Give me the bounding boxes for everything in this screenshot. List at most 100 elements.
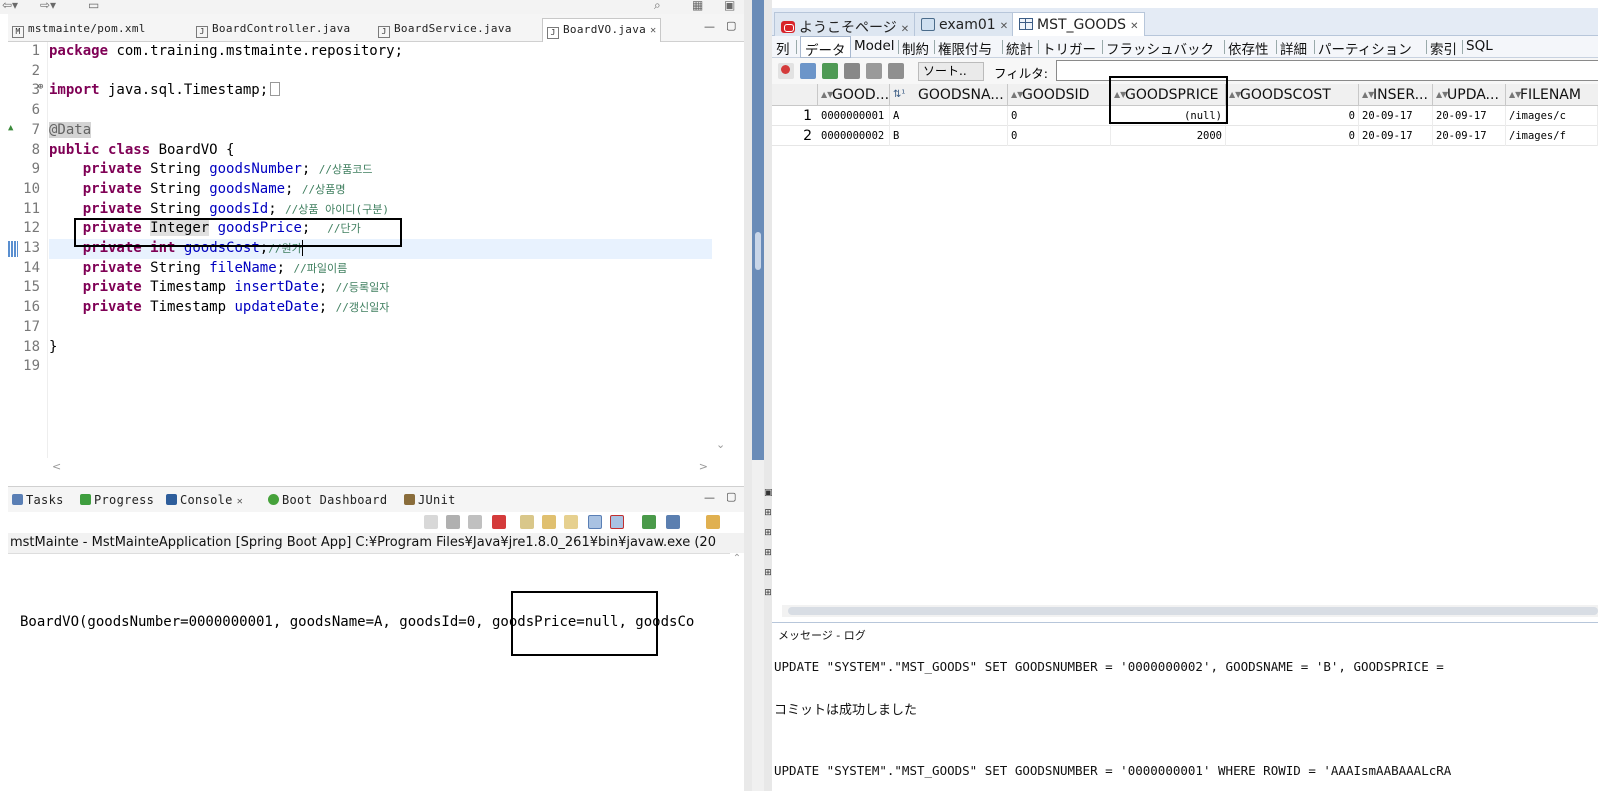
pin-icon[interactable] xyxy=(778,63,794,79)
column-header-updatedate[interactable]: ▲▼ UPDA... xyxy=(1433,84,1506,106)
splitter-bar[interactable] xyxy=(752,0,764,791)
grid-cell[interactable]: A xyxy=(890,106,1008,126)
forward-icon[interactable]: ⇨▾ xyxy=(40,0,56,12)
minimize-icon[interactable]: — xyxy=(704,20,715,33)
show-on-stderr-icon[interactable] xyxy=(610,515,624,529)
grid-cell[interactable]: 0 xyxy=(1226,126,1359,146)
expand-icon[interactable]: ⊞ xyxy=(764,568,772,578)
new-file-icon[interactable]: ▭ xyxy=(88,0,99,12)
column-header-goodsnumber[interactable]: ▲▼ GOOD... xyxy=(818,84,890,106)
expand-icon[interactable]: ⊞ xyxy=(764,528,772,538)
refresh-icon[interactable] xyxy=(800,63,816,79)
remove-launch-icon[interactable] xyxy=(446,515,460,529)
tab-dependencies[interactable]: 依存性 xyxy=(1226,38,1271,58)
tab-statistics[interactable]: 統計 xyxy=(1004,38,1035,58)
word-wrap-icon[interactable] xyxy=(564,515,578,529)
tab-welcome-page[interactable]: ようこそページ ✕ xyxy=(774,12,917,36)
tab-progress[interactable]: Progress xyxy=(80,493,154,507)
remove-all-icon[interactable] xyxy=(468,515,482,529)
tab-mst-goods[interactable]: MST_GOODS ✕ xyxy=(1012,12,1146,36)
rollback-icon[interactable] xyxy=(888,63,904,79)
tab-partitions[interactable]: パーティション xyxy=(1316,38,1414,58)
grid-cell[interactable]: 0 xyxy=(1226,106,1359,126)
expand-icon[interactable]: ▣ xyxy=(764,488,773,498)
tab-board-controller[interactable]: J BoardController.java xyxy=(196,22,350,42)
grid-cell[interactable]: B xyxy=(890,126,1008,146)
expand-icon[interactable]: ⊞ xyxy=(764,508,772,518)
chevron-up-icon[interactable]: ⌃ xyxy=(733,553,741,564)
sort-button[interactable]: ソート.. xyxy=(918,62,984,81)
filter-input[interactable] xyxy=(1056,60,1598,81)
chevron-right-icon[interactable]: > xyxy=(699,460,708,473)
grid-cell[interactable]: 20-09-17 xyxy=(1433,106,1506,126)
maximize-icon[interactable]: ▢ xyxy=(726,19,736,32)
tab-tasks[interactable]: Tasks xyxy=(12,493,64,507)
grid-cell[interactable]: /images/c xyxy=(1506,106,1598,126)
tab-model[interactable]: Model xyxy=(852,38,897,54)
table-row[interactable]: 1 0000000001 A 0 (null) 0 20-09-17 20-09… xyxy=(772,106,1598,126)
close-icon[interactable]: ✕ xyxy=(237,496,243,507)
search-icon[interactable]: ⌕ xyxy=(654,0,661,13)
table-row[interactable]: 2 0000000002 B 0 2000 0 20-09-17 20-09-1… xyxy=(772,126,1598,146)
chevron-down-icon[interactable]: ⌄ xyxy=(716,438,725,451)
editor-vertical-scrollbar[interactable]: ⌄ xyxy=(712,42,744,458)
tab-flashback[interactable]: フラッシュバック xyxy=(1104,38,1216,58)
column-header-goodscost[interactable]: ▲▼ GOODSCOST xyxy=(1226,84,1359,106)
close-icon[interactable]: ✕ xyxy=(1130,21,1138,32)
code-editor[interactable]: 1 2 3 6 7 8 9 10 11 12 13 14 15 16 17 18… xyxy=(8,42,712,458)
expand-icon[interactable]: ⊞ xyxy=(764,588,772,598)
grid-cell[interactable]: (null) xyxy=(1111,106,1226,126)
tab-junit[interactable]: JUnit xyxy=(404,493,456,507)
commit-icon[interactable] xyxy=(866,63,882,79)
insert-row-icon[interactable] xyxy=(822,63,838,79)
scroll-lock-icon[interactable] xyxy=(424,515,438,529)
terminate-icon[interactable] xyxy=(492,515,506,529)
column-header-insertdate[interactable]: ▲▼ INSER... xyxy=(1359,84,1433,106)
scrollbar-thumb[interactable] xyxy=(788,607,1598,615)
fold-expand-icon[interactable]: ⊕ xyxy=(38,82,43,92)
tab-console[interactable]: Console ✕ xyxy=(166,493,243,507)
editor-horizontal-scrollbar[interactable]: < > xyxy=(48,460,712,476)
grid-cell[interactable]: 20-09-17 xyxy=(1359,126,1433,146)
tab-constraints[interactable]: 制約 xyxy=(900,38,931,58)
display-selected-console-icon[interactable] xyxy=(666,515,680,529)
perspective-icon[interactable]: ▦ xyxy=(692,0,703,12)
chevron-left-icon[interactable]: < xyxy=(52,460,61,473)
tab-board-service[interactable]: J BoardService.java xyxy=(378,22,512,42)
close-icon[interactable]: ✕ xyxy=(650,25,656,36)
minimize-icon[interactable]: — xyxy=(704,491,715,504)
console-output[interactable]: BoardVO(goodsNumber=0000000001, goodsNam… xyxy=(8,553,730,791)
close-icon[interactable]: ✕ xyxy=(1000,21,1008,32)
grid-cell[interactable]: 2000 xyxy=(1111,126,1226,146)
grid-cell[interactable]: 0000000002 xyxy=(818,126,890,146)
grid-cell[interactable]: /images/f xyxy=(1506,126,1598,146)
maximize-icon[interactable]: ▢ xyxy=(726,490,736,503)
tab-triggers[interactable]: トリガー xyxy=(1040,38,1098,58)
column-header-goodsprice[interactable]: ▲▼ GOODSPRICE xyxy=(1111,84,1226,106)
tab-data[interactable]: データ xyxy=(800,36,851,59)
clear-console-icon[interactable] xyxy=(520,515,534,529)
grid-cell[interactable]: 20-09-17 xyxy=(1359,106,1433,126)
column-header-goodsname[interactable]: ⇅¹ GOODSNA... xyxy=(890,84,1008,106)
tab-grants[interactable]: 権限付与 xyxy=(936,38,994,58)
tab-boot-dashboard[interactable]: Boot Dashboard xyxy=(268,493,387,507)
folded-imports-icon[interactable] xyxy=(270,82,281,97)
column-header-filename[interactable]: ▲▼ FILENAM xyxy=(1506,84,1598,106)
splitter-handle[interactable] xyxy=(755,232,761,270)
expand-icon[interactable]: ⊞ xyxy=(764,548,772,558)
grid-cell[interactable]: 0 xyxy=(1008,106,1111,126)
delete-row-icon[interactable] xyxy=(844,63,860,79)
tab-pom-xml[interactable]: Mmstmainte/pom.xml xyxy=(12,22,146,42)
grid-cell[interactable]: 20-09-17 xyxy=(1433,126,1506,146)
java-perspective-icon[interactable]: ▣ xyxy=(724,0,735,12)
grid-cell[interactable]: 0000000001 xyxy=(818,106,890,126)
data-grid[interactable]: ▲▼ GOOD... ⇅¹ GOODSNA... ▲▼ GOODSID ▲▼ GOODS… xyxy=(772,76,1598,606)
tab-indexes[interactable]: 索引 xyxy=(1428,38,1459,58)
new-console-icon[interactable] xyxy=(706,515,720,529)
console-vertical-scrollbar[interactable]: ⌃ xyxy=(730,553,744,791)
back-icon[interactable]: ⇦▾ xyxy=(2,0,18,12)
tab-exam01[interactable]: exam01 ✕ xyxy=(914,12,1016,36)
tab-details[interactable]: 詳細 xyxy=(1278,38,1309,58)
pin-console-icon[interactable] xyxy=(542,515,556,529)
window-divider[interactable] xyxy=(744,0,752,791)
